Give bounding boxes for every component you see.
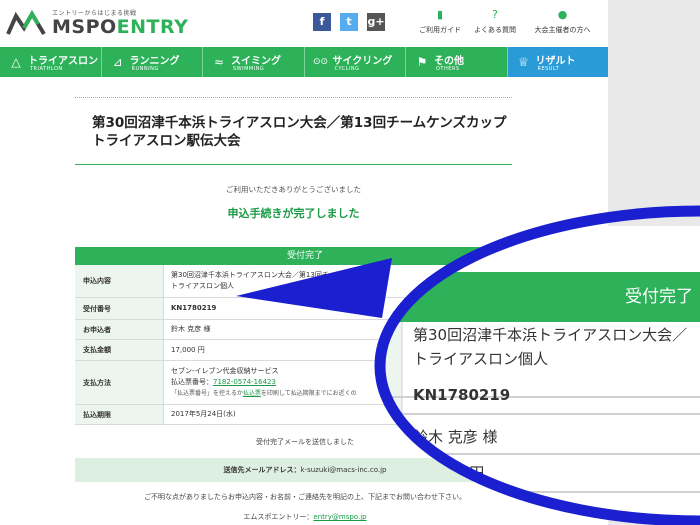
shoe-icon: ⊿	[112, 55, 123, 69]
wave-icon: ≈	[213, 55, 225, 69]
receipt-number: KN1780219	[171, 298, 535, 319]
divider	[75, 97, 512, 98]
google-plus-icon[interactable]: g+	[367, 13, 385, 31]
twitter-icon[interactable]: t	[340, 13, 358, 31]
nav-sub-label: SWIMMING	[233, 66, 265, 72]
mail-address: k-suzuki@macs-inc.co.jp	[300, 466, 387, 474]
row-entry-content: 申込内容 第30回沼津千本浜トライアスロン大会／第13回チームケンズカップ トラ…	[75, 265, 535, 298]
row-applicant: お申込者 鈴木 克彦 様	[75, 320, 535, 340]
contact-label: エムスポエントリー：	[243, 513, 314, 521]
row-label: 申込内容	[75, 265, 164, 297]
row-label: 払込期限	[75, 405, 164, 424]
contact-note: ご不明な点がありましたらお申込内容・お名前・ご連絡先を明記の上、下記までお問い合…	[144, 493, 466, 501]
nav-label: トライアスロン	[28, 56, 98, 67]
row-value: セブン-イレブン代金収納サービス 払込票番号：7182-0574-16423 「…	[171, 361, 535, 404]
header-link-label: よくある質問	[474, 26, 516, 34]
row-label: 支払金額	[75, 340, 164, 360]
logo-main-text: MSPO	[52, 16, 117, 38]
page-side-background	[608, 0, 700, 525]
contact-line: エムスポエントリー：entry@mspo.jp	[75, 512, 535, 522]
mail-sent-message: 受付完了メールを送信しました	[256, 438, 354, 446]
slip-number-label: 払込票番号：	[171, 378, 213, 386]
nav-label: サイクリング	[332, 56, 393, 67]
trophy-icon: ♕	[518, 55, 529, 69]
payment-amount: 17,000 円	[171, 345, 205, 354]
nav-label: ランニング	[129, 56, 180, 67]
nav-sub-label: CYCLING	[334, 66, 360, 72]
payment-note: 「払込票番号」を控えるか払込票を印刷して払込期限までにお近くの	[171, 388, 535, 399]
page-title: 第30回沼津千本浜トライアスロン大会／第13回チームケンズカップトライアスロン駅…	[92, 115, 507, 149]
nav-label: その他	[434, 56, 464, 67]
thanks-message: ご利用いただきありがとうございました	[226, 185, 361, 194]
nav-item-cycling[interactable]: ⊙⊙ サイクリング CYCLING	[305, 47, 406, 77]
site-header: エントリーからはじまる挑戦 MSPOENTRY f t g+ ▮ ご利用ガイド …	[0, 0, 608, 44]
row-value: 第30回沼津千本浜トライアスロン大会／第13回チームケンズカップ トライアスロン…	[171, 265, 535, 297]
row-label: 受付番号	[75, 298, 164, 319]
nav-label: スイミング	[231, 56, 281, 67]
applicant-name: 鈴木 克彦 様	[171, 325, 211, 333]
nav-item-swimming[interactable]: ≈ スイミング SWIMMING	[203, 47, 305, 77]
header-link-organizer[interactable]: ● 大会主催者の方へ	[530, 9, 595, 35]
mspo-logo-icon[interactable]	[6, 10, 46, 36]
logo-accent-text: ENTRY	[116, 16, 189, 38]
mail-address-label: 送信先メールアドレス：	[223, 466, 301, 474]
flag-icon: ⚑	[416, 55, 428, 69]
payment-slip-link[interactable]: 払込票	[243, 390, 261, 397]
contact-email-link[interactable]: entry@mspo.jp	[313, 513, 366, 521]
slip-number-line: 払込票番号：7182-0574-16423	[171, 377, 535, 388]
slip-number-link[interactable]: 7182-0574-16423	[213, 378, 276, 386]
mail-address-box: 送信先メールアドレス：k-suzuki@macs-inc.co.jp	[75, 458, 535, 482]
payment-method: セブン-イレブン代金収納サービス	[171, 367, 279, 375]
triathlon-icon: △	[11, 55, 21, 69]
row-receipt-number: 受付番号 KN1780219	[75, 298, 535, 320]
row-label: 支払方法	[75, 361, 164, 404]
person-icon: ●	[557, 8, 568, 21]
receipt-header: 受付完了	[75, 247, 535, 265]
row-label: お申込者	[75, 320, 164, 339]
header-link-guide[interactable]: ▮ ご利用ガイド	[410, 9, 470, 35]
nav-sub-label: TRIATHLON	[30, 66, 63, 72]
row-amount: 支払金額 17,000 円	[75, 340, 535, 361]
bicycle-icon: ⊙⊙	[312, 57, 329, 67]
row-payment-method: 支払方法 セブン-イレブン代金収納サービス 払込票番号：7182-0574-16…	[75, 361, 535, 405]
logo-wordmark[interactable]: MSPOENTRY	[52, 16, 188, 38]
payment-note-suffix: を印刷して払込期限までにお近くの	[260, 390, 357, 397]
header-link-faq[interactable]: ? よくある質問	[465, 9, 525, 35]
row-deadline: 払込期限 2017年5月24日(水)	[75, 405, 535, 425]
title-divider	[75, 164, 512, 165]
entry-category: トライアスロン個人	[171, 282, 234, 290]
book-icon: ▮	[436, 8, 444, 21]
nav-item-running[interactable]: ⊿ ランニング RUNNING	[102, 47, 203, 77]
completion-message: 申込手続きが完了しました	[227, 207, 360, 220]
nav-sub-label: OTHERS	[436, 66, 460, 72]
nav-label: リザルト	[535, 56, 576, 67]
main-nav: △ トライアスロン TRIATHLON ⊿ ランニング RUNNING ≈ スイ…	[0, 47, 608, 77]
question-icon: ?	[492, 8, 498, 21]
entry-event-name: 第30回沼津千本浜トライアスロン大会／第13回チームケンズカップ	[171, 271, 385, 279]
header-link-label: ご利用ガイド	[419, 26, 461, 34]
nav-sub-label: RESULT	[537, 66, 560, 72]
nav-item-result[interactable]: ♕ リザルト RESULT	[507, 47, 608, 77]
payment-deadline: 2017年5月24日(水)	[171, 410, 236, 418]
facebook-icon[interactable]: f	[313, 13, 331, 31]
receipt-number-value: KN1780219	[171, 304, 217, 312]
nav-sub-label: RUNNING	[131, 66, 159, 72]
payment-note-prefix: 「払込票番号」を控えるか	[171, 390, 243, 397]
nav-item-others[interactable]: ⚑ その他 OTHERS	[406, 47, 508, 77]
header-link-label: 大会主催者の方へ	[534, 26, 591, 34]
nav-item-triathlon[interactable]: △ トライアスロン TRIATHLON	[0, 47, 102, 77]
